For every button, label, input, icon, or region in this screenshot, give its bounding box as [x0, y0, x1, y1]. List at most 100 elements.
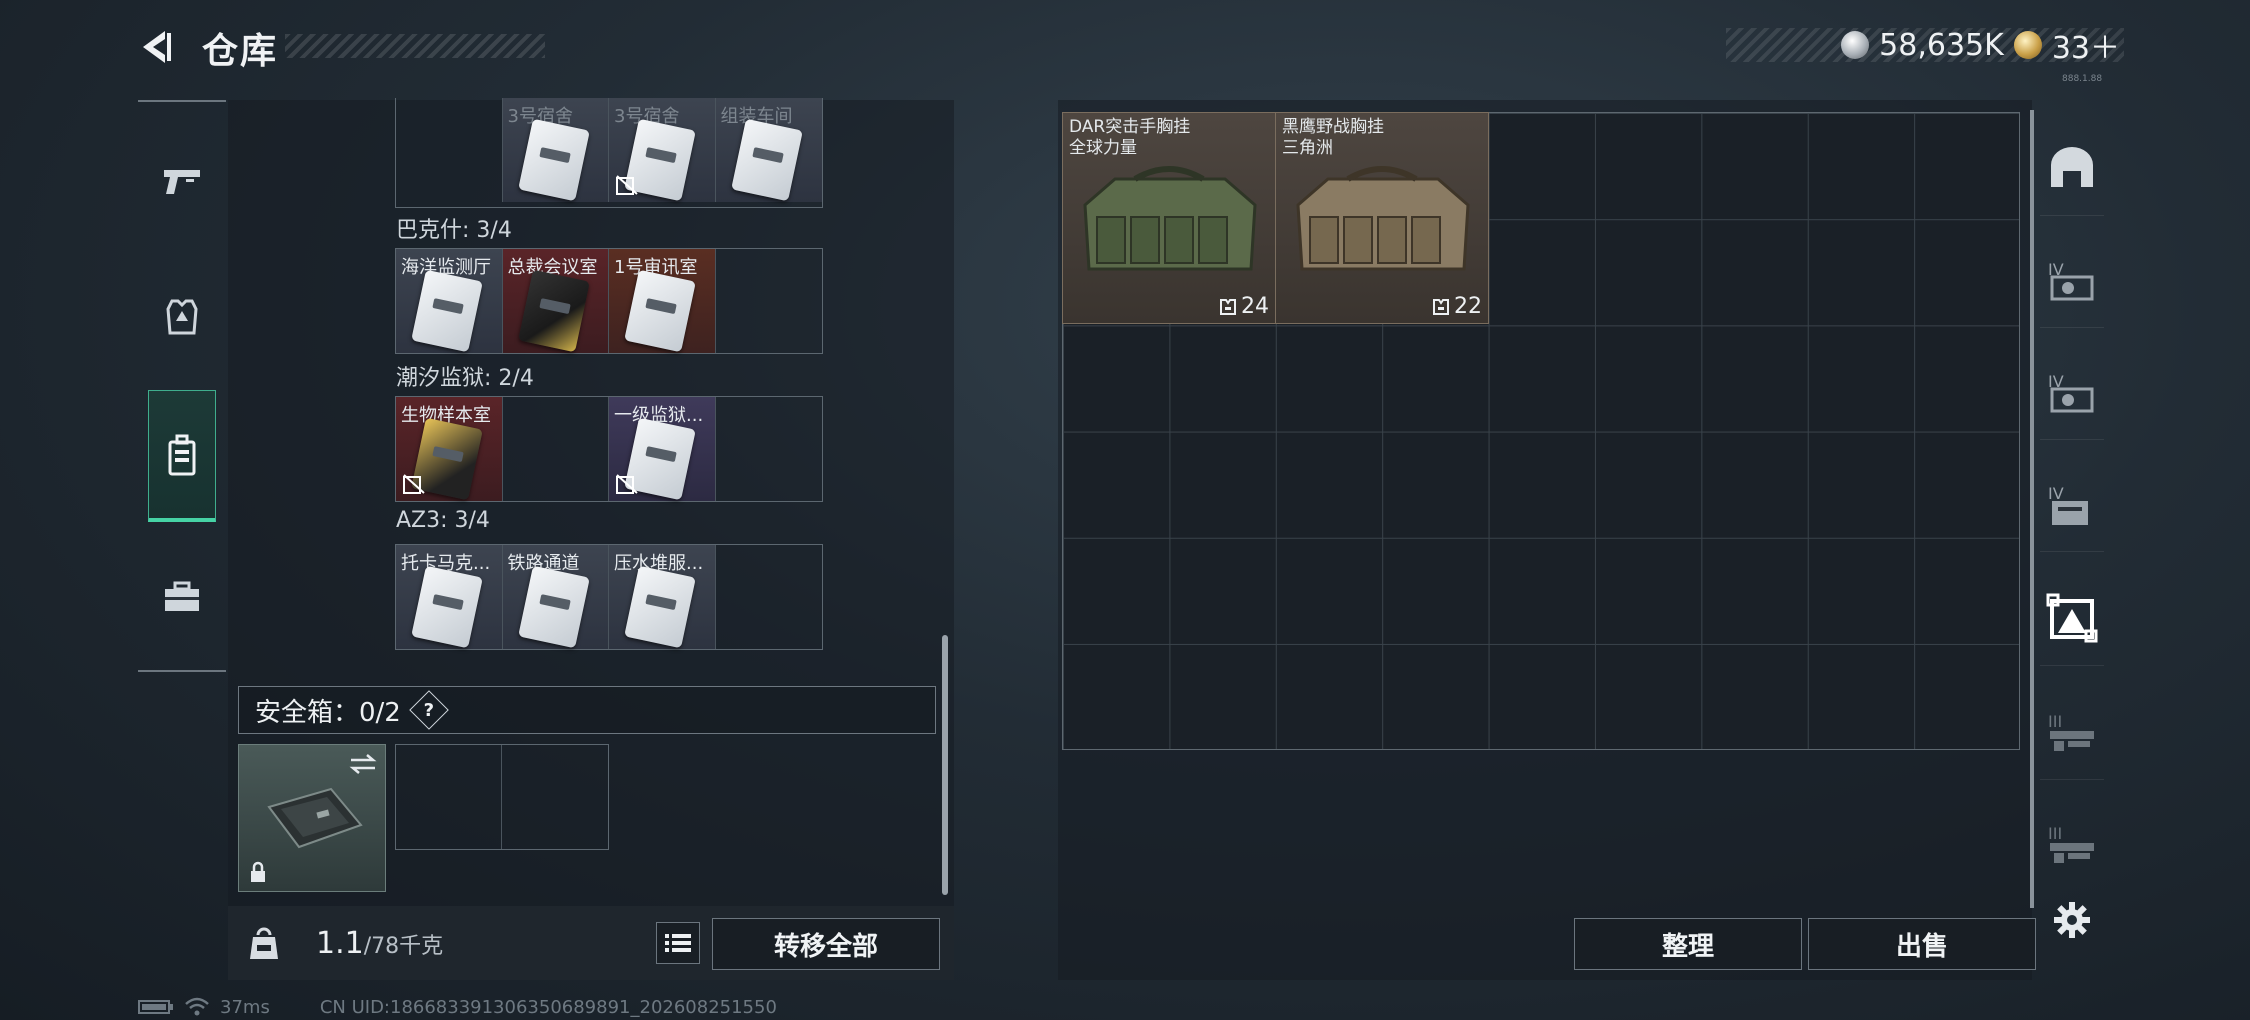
- rnav-case-iv-1[interactable]: IV: [2040, 232, 2104, 328]
- keycard-slot[interactable]: 铁路通道: [502, 545, 609, 649]
- transfer-all-button[interactable]: 转移全部: [712, 918, 940, 970]
- storage-scrollbar[interactable]: [942, 635, 948, 895]
- weight-current: 1.1: [316, 926, 364, 961]
- rnav-helmet[interactable]: [2040, 120, 2104, 216]
- item-name: DAR突击手胸挂 全球力量: [1069, 117, 1190, 159]
- safe-box-header: 安全箱：0/2 ?: [238, 686, 936, 734]
- safe-help-button[interactable]: ?: [409, 690, 449, 730]
- keycard-image: [411, 269, 483, 353]
- keycard-image: [517, 565, 590, 649]
- sort-button[interactable]: 整理: [1574, 918, 1802, 970]
- title-stripe-decoration: [285, 34, 545, 58]
- keycard-case-icon: [168, 434, 196, 475]
- battery-icon: [138, 1000, 173, 1014]
- keycard-slot[interactable]: 组装车间: [715, 98, 822, 202]
- toolbox-icon: [165, 581, 199, 611]
- help-icon: ?: [423, 699, 435, 721]
- keycard-row-tidal-prison: 生物样本室 一级监狱...: [395, 396, 823, 502]
- keycard-slot[interactable]: 托卡马克...: [396, 545, 503, 649]
- kg-weight-icon: [250, 927, 278, 959]
- keycard-slot[interactable]: 1号审讯室: [609, 249, 716, 353]
- back-arrow-icon: [143, 31, 171, 63]
- wifi-icon: [185, 997, 209, 1016]
- keycard-slot[interactable]: 3号宿舍: [609, 98, 716, 202]
- weight-value: 1.1/78千克: [316, 926, 443, 961]
- keycard-slot[interactable]: 压水堆服...: [609, 545, 716, 649]
- keycard-image: [624, 565, 696, 649]
- weight-max: /78千克: [363, 934, 444, 959]
- safe-box-label: 安全箱：0/2: [255, 697, 401, 728]
- durability-value: 22: [1454, 294, 1482, 319]
- group-label-bakesh: 巴克什: 3/4: [396, 218, 512, 243]
- keycard-slot[interactable]: 一级监狱...: [609, 397, 716, 501]
- keycard-slot-empty[interactable]: [716, 545, 823, 649]
- helmet-slot-icon: [2051, 146, 2093, 187]
- case-iv-icon: IV: [2048, 260, 2094, 300]
- sell-button[interactable]: 出售: [1808, 918, 2036, 970]
- nav-tools[interactable]: [148, 552, 216, 642]
- case-iv-icon: IV: [2048, 372, 2094, 412]
- group-label-az3: AZ3: 3/4: [396, 508, 490, 533]
- keycard-slot[interactable]: 生物样本室: [396, 397, 503, 501]
- group-label-tidal-prison: 潮汐监狱: 2/4: [396, 366, 534, 391]
- swap-arrows-icon: [349, 754, 377, 774]
- list-view-button[interactable]: [656, 922, 700, 964]
- chest-rig-image: [1296, 166, 1470, 271]
- vest-durability-icon: [1220, 298, 1236, 315]
- item-dar-vest[interactable]: DAR突击手胸挂 全球力量 24: [1062, 112, 1276, 324]
- keycard-image: [411, 565, 483, 649]
- safe-slot-empty[interactable]: [396, 745, 502, 849]
- keycard-row-top: 3号宿舍 3号宿舍 组装车间: [395, 98, 823, 208]
- lock-icon: [251, 861, 265, 882]
- item-blackhawk-vest[interactable]: 黑鹰野战胸挂 三角洲 22: [1275, 112, 1489, 324]
- durability: 24: [1219, 294, 1269, 319]
- gold-coin-icon: [2013, 31, 2042, 59]
- no-trade-icon: [616, 175, 638, 195]
- case-iv-icon: IV: [2048, 484, 2088, 525]
- keycard-image: [517, 118, 590, 202]
- gold-amount[interactable]: 33＋: [2052, 23, 2120, 67]
- rig-iii-icon: III: [2048, 712, 2094, 751]
- keycard-slot[interactable]: 3号宿舍: [502, 98, 609, 202]
- rnav-vest-selected[interactable]: [2040, 570, 2104, 666]
- nav-keycards[interactable]: [148, 390, 216, 522]
- rnav-rig-iii-2[interactable]: III: [2040, 796, 2104, 892]
- keycard-image: [730, 118, 803, 202]
- safe-slot-empty[interactable]: [502, 745, 608, 849]
- item-name-line2: 全球力量: [1069, 138, 1137, 158]
- durability: 22: [1432, 294, 1482, 319]
- svg-text:IV: IV: [2048, 484, 2064, 503]
- keycard-slot-empty[interactable]: [396, 98, 503, 202]
- rnav-case-iv-3[interactable]: IV: [2040, 456, 2104, 552]
- gear-icon: [2054, 902, 2090, 938]
- item-name-line1: 黑鹰野战胸挂: [1282, 117, 1384, 137]
- keycard-image: [517, 269, 590, 353]
- keycard-row-bakesh: 海洋监测厅 总裁会议室 1号审讯室: [395, 248, 823, 354]
- swap-icon: [245, 755, 273, 773]
- item-name: 黑鹰野战胸挂 三角洲: [1282, 117, 1384, 159]
- uid-text: CN UID:1866833913063506898​91_2026082515…: [319, 996, 777, 1018]
- svg-text:III: III: [2048, 824, 2062, 843]
- rnav-case-iv-2[interactable]: IV: [2040, 344, 2104, 440]
- status-footer: 37ms CN UID:1866833913063506898​91_20260…: [138, 996, 777, 1018]
- right-nav-rail: [2030, 110, 2034, 908]
- rnav-rig-iii-1[interactable]: III: [2040, 684, 2104, 780]
- chest-rig-image: [1083, 166, 1257, 271]
- keycard-slot[interactable]: 总裁会议室: [502, 249, 609, 353]
- item-name-line2: 三角洲: [1282, 138, 1333, 158]
- settings-button[interactable]: [2048, 896, 2096, 944]
- safe-box-slots: [395, 744, 609, 850]
- ping-value: 37ms: [220, 996, 270, 1018]
- keycard-slot-empty[interactable]: [716, 397, 823, 501]
- nav-weapons[interactable]: [148, 136, 216, 226]
- no-trade-icon: [403, 474, 425, 494]
- item-name-line1: DAR突击手胸挂: [1069, 117, 1191, 137]
- keycard-slot-empty[interactable]: [503, 397, 609, 501]
- safe-box-item[interactable]: [238, 744, 386, 892]
- keycard-slot[interactable]: 海洋监测厅: [396, 249, 503, 353]
- nav-armor[interactable]: [148, 272, 216, 362]
- keycard-slot-empty[interactable]: [716, 249, 823, 353]
- back-button[interactable]: [132, 22, 182, 72]
- safe-case-image: [267, 787, 363, 849]
- list-icon: [665, 934, 691, 952]
